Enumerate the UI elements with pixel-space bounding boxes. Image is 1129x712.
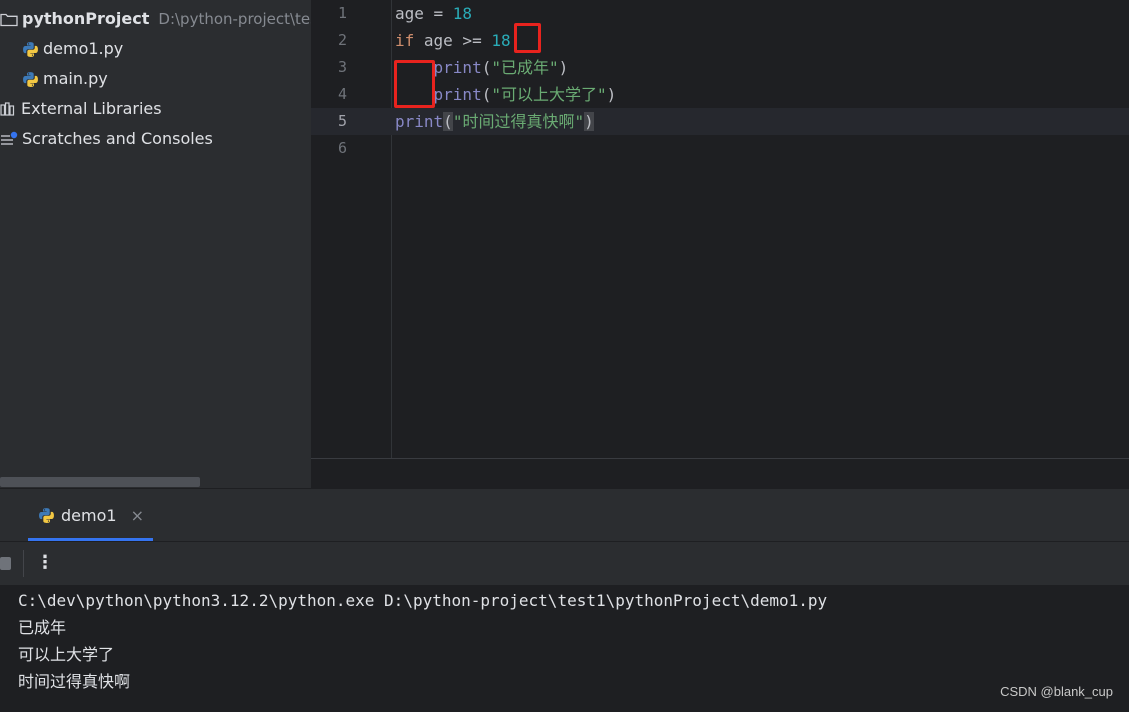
editor-bottom-area [311,458,1129,489]
console-output[interactable]: C:\dev\python\python3.12.2\python.exe D:… [0,585,1129,712]
run-toolbar: ⋮ [0,542,1129,585]
code-token: ( [481,58,492,77]
python-run-icon [38,507,55,524]
code-token: age >= [414,31,492,50]
more-options-icon[interactable]: ⋮ [36,548,54,578]
project-tree-panel: pythonProject D:\python-project\test1\py… [0,0,311,488]
code-line[interactable]: 6 [311,135,1129,162]
line-number: 3 [337,58,347,76]
code-token: ) [584,112,594,131]
code-token: ) [606,85,617,104]
code-token: if [395,31,415,50]
python-file-icon [22,71,39,88]
folder-icon [0,11,18,27]
code-token: ) [558,58,569,77]
project-root-name: pythonProject [22,9,150,28]
run-tab-label: demo1 [61,505,117,525]
code-text: if age >= 18: [395,27,520,54]
run-tab-demo1[interactable]: demo1 × [28,489,153,541]
close-icon[interactable]: × [131,506,144,525]
console-line: 已成年 [18,618,67,637]
tree-item-label: Scratches and Consoles [22,129,213,148]
tree-item-project-root[interactable]: pythonProject D:\python-project\test1\py… [0,4,311,34]
code-text: age = 18 [395,0,472,27]
code-token: age = [395,4,453,23]
line-number: 5 [337,112,347,130]
line-number: 4 [337,85,347,103]
code-line[interactable]: 2 if age >= 18: [311,27,1129,54]
python-file-icon [22,41,39,58]
line-number: 1 [337,4,347,22]
tree-item-external-libraries[interactable]: External Libraries [0,94,162,124]
tree-item-scratches[interactable]: Scratches and Consoles [0,124,213,154]
tree-item-label: External Libraries [21,99,162,118]
code-token: 18 [491,31,511,50]
code-token: print [433,85,482,104]
line-number: 2 [337,31,347,49]
code-line[interactable]: 1 age = 18 [311,0,1129,27]
tree-item-label: demo1.py [43,39,124,58]
code-token: ( [481,85,492,104]
console-line: 可以上大学了 [18,645,115,664]
code-token: "可以上大学了" [491,85,607,104]
code-token: print [433,58,482,77]
project-root-path: D:\python-project\test1\pythonProject [158,10,311,28]
code-token: ( [443,112,453,131]
stop-icon[interactable] [0,557,11,570]
console-line: 时间过得真快啊 [18,672,131,691]
watermark: CSDN @blank_cup [1000,684,1113,699]
console-line: C:\dev\python\python3.12.2\python.exe D:… [18,591,828,610]
code-token: "已成年" [491,58,559,77]
library-icon [0,101,17,117]
code-line[interactable]: 5 print("时间过得真快啊") [311,108,1129,135]
code-token: 18 [452,4,473,23]
tree-item-main[interactable]: main.py [22,64,108,94]
annotation-box-indent [394,60,435,108]
tree-item-label: main.py [43,69,108,88]
code-text: print("时间过得真快啊") [395,108,594,135]
code-token: "时间过得真快啊" [452,112,585,131]
code-token: print [395,112,444,131]
code-editor[interactable]: 1 age = 18 2 if age >= 18: 3 print("已成年") 4 p… [311,0,1129,458]
toolbar-separator [23,550,24,577]
tree-item-demo1[interactable]: demo1.py [22,34,123,64]
annotation-box-colon [514,23,541,53]
run-tool-window: demo1 × ⋮ C:\dev\python\python3.12.2\pyt… [0,488,1129,712]
horizontal-scrollbar[interactable] [0,477,200,487]
scratches-icon [0,131,18,147]
line-number: 6 [337,139,347,157]
